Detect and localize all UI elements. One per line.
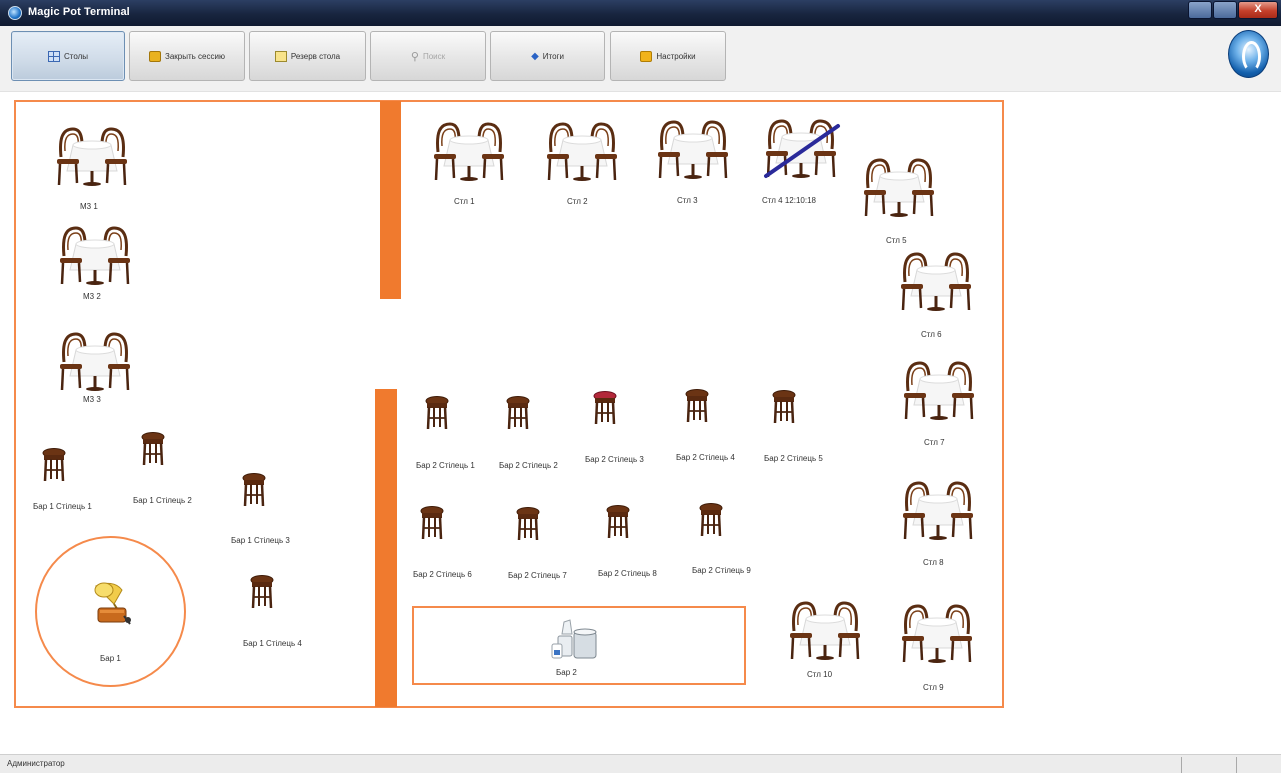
stool-icon bbox=[685, 389, 709, 423]
app-icon bbox=[8, 6, 22, 20]
stool-label: Бар 2 Стілець 4 bbox=[676, 453, 735, 462]
reserve-table-button-label: Резерв стола bbox=[290, 51, 341, 61]
reserved-strike-icon bbox=[764, 124, 840, 178]
table-label: Стл 3 bbox=[677, 196, 698, 205]
stool-label: Бар 1 Стілець 2 bbox=[133, 496, 192, 505]
stool-label: Бар 2 Стілець 9 bbox=[692, 566, 751, 575]
magic-pot-logo-icon bbox=[1228, 30, 1269, 78]
search-icon: ⚲ bbox=[410, 50, 419, 63]
table-icon bbox=[860, 154, 938, 222]
status-user: Администратор bbox=[7, 759, 65, 768]
search-button[interactable]: ⚲ Поиск bbox=[370, 31, 486, 81]
table-label: Стл 5 bbox=[886, 236, 907, 245]
maximize-button[interactable] bbox=[1213, 1, 1237, 19]
reserve-table-button[interactable]: Резерв стола bbox=[249, 31, 366, 81]
stool-icon bbox=[425, 396, 449, 430]
stool-icon bbox=[516, 507, 540, 541]
table-icon bbox=[56, 222, 134, 290]
table-icon bbox=[543, 118, 621, 186]
stool-label: Бар 2 Стілець 2 bbox=[499, 461, 558, 470]
totals-button-label: Итоги bbox=[542, 51, 564, 61]
note-icon bbox=[274, 50, 287, 62]
stool-label: Бар 1 Стілець 3 bbox=[231, 536, 290, 545]
table-label: Стл 4 12:10:18 bbox=[762, 196, 816, 205]
table-label: Стл 6 bbox=[921, 330, 942, 339]
table-label: Стл 10 bbox=[807, 670, 833, 679]
stool-label: Бар 2 Стілець 3 bbox=[585, 455, 644, 464]
table-icon bbox=[899, 477, 977, 545]
window-titlebar[interactable]: Magic Pot Terminal X bbox=[0, 0, 1281, 26]
stool-label: Бар 2 Стілець 6 bbox=[413, 570, 472, 579]
table-icon bbox=[900, 357, 978, 425]
stool-label: Бар 2 Стілець 5 bbox=[764, 454, 823, 463]
stool-occupied-icon bbox=[593, 391, 617, 425]
table-label: М3 3 bbox=[83, 395, 101, 404]
table-icon bbox=[898, 600, 976, 668]
stool-icon bbox=[506, 396, 530, 430]
minimize-button[interactable] bbox=[1188, 1, 1212, 19]
stool-icon bbox=[772, 390, 796, 424]
table-icon bbox=[897, 248, 975, 316]
stool-icon bbox=[420, 506, 444, 540]
window-title: Magic Pot Terminal bbox=[28, 6, 130, 18]
close-session-button-label: Закрыть сессию bbox=[165, 51, 225, 61]
table-label: Стл 7 bbox=[924, 438, 945, 447]
bar-label: Бар 2 bbox=[556, 668, 577, 677]
close-icon: X bbox=[1254, 3, 1262, 15]
stool-icon bbox=[42, 448, 66, 482]
stool-icon bbox=[699, 503, 723, 537]
stool-icon bbox=[242, 473, 266, 507]
stool-label: Бар 1 Стілець 4 bbox=[243, 639, 302, 648]
bar-2[interactable]: Бар 2 bbox=[412, 606, 746, 685]
wrench-icon bbox=[640, 50, 653, 62]
gramophone-icon bbox=[94, 582, 131, 625]
table-label: М3 1 bbox=[80, 202, 98, 211]
lock-icon bbox=[149, 50, 162, 62]
table-icon bbox=[430, 118, 508, 186]
hall-wall-lower bbox=[375, 389, 397, 707]
table-icon bbox=[786, 597, 864, 665]
table-icon bbox=[56, 328, 134, 396]
status-bar: Администратор bbox=[0, 754, 1281, 773]
table-label: Стл 9 bbox=[923, 683, 944, 692]
grid-icon bbox=[47, 50, 60, 62]
stool-label: Бар 2 Стілець 7 bbox=[508, 571, 567, 580]
hall-wall-upper bbox=[380, 101, 401, 299]
close-session-button[interactable]: Закрыть сессию bbox=[129, 31, 245, 81]
settings-button[interactable]: Настройки bbox=[610, 31, 726, 81]
toolbar: Столы Закрыть сессию Резерв стола ⚲ Поис… bbox=[0, 26, 1281, 92]
totals-button[interactable]: ◆ Итоги bbox=[490, 31, 605, 81]
stool-label: Бар 2 Стілець 8 bbox=[598, 569, 657, 578]
table-label: Стл 1 bbox=[454, 197, 475, 206]
table-icon bbox=[654, 116, 732, 184]
table-icon bbox=[53, 123, 131, 191]
cups-icon bbox=[551, 619, 597, 659]
table-label: Стл 8 bbox=[923, 558, 944, 567]
stool-label: Бар 2 Стілець 1 bbox=[416, 461, 475, 470]
stool-label: Бар 1 Стілець 1 bbox=[33, 502, 92, 511]
status-divider bbox=[1181, 757, 1182, 773]
tables-button[interactable]: Столы bbox=[11, 31, 125, 81]
stool-icon bbox=[606, 505, 630, 539]
table-label: Стл 2 bbox=[567, 197, 588, 206]
search-button-label: Поиск bbox=[422, 51, 446, 61]
close-button[interactable]: X bbox=[1238, 1, 1278, 19]
bar-label: Бар 1 bbox=[100, 654, 121, 663]
bar-1[interactable]: Бар 1 bbox=[35, 536, 186, 687]
status-divider bbox=[1236, 757, 1237, 773]
arrows-icon: ◆ bbox=[531, 50, 539, 62]
stool-icon bbox=[250, 575, 274, 609]
settings-button-label: Настройки bbox=[656, 51, 696, 61]
stool-icon bbox=[141, 432, 165, 466]
table-label: М3 2 bbox=[83, 292, 101, 301]
tables-button-label: Столы bbox=[63, 51, 89, 61]
